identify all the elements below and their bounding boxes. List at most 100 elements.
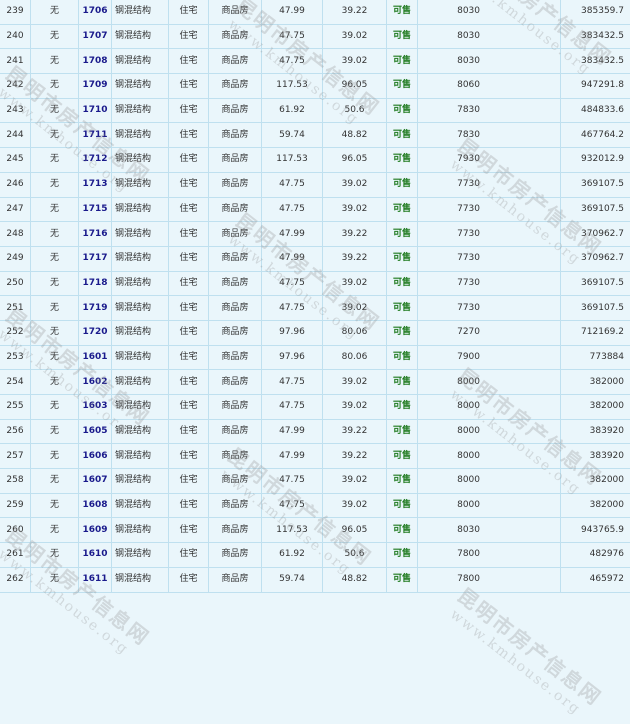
room-number-link[interactable]: 1712 — [79, 148, 112, 173]
row-index-cell: 242 — [0, 74, 31, 99]
total-price-cell: 484833.6 — [561, 98, 630, 123]
row-index-cell: 260 — [0, 518, 31, 543]
total-price-cell: 383432.5 — [561, 24, 630, 49]
property-type-cell: 商品房 — [209, 444, 262, 469]
extra-field-cell: 无 — [31, 246, 79, 271]
extra-field-cell: 无 — [31, 345, 79, 370]
inner-area-cell: 39.22 — [323, 222, 387, 247]
total-price-cell: 383920 — [561, 444, 630, 469]
inner-area-cell: 39.02 — [323, 370, 387, 395]
table-body: 239无1706钢混结构住宅商品房47.9939.22可售8030385359.… — [0, 0, 630, 592]
usage-cell: 住宅 — [169, 98, 209, 123]
sale-status-cell: 可售 — [387, 518, 418, 543]
building-area-cell: 47.75 — [262, 395, 323, 420]
usage-cell: 住宅 — [169, 246, 209, 271]
sale-status-cell: 可售 — [387, 296, 418, 321]
property-type-cell: 商品房 — [209, 543, 262, 568]
extra-field-cell: 无 — [31, 271, 79, 296]
room-number-link[interactable]: 1715 — [79, 197, 112, 222]
unit-price-cell: 7900 — [418, 345, 561, 370]
room-number-link[interactable]: 1611 — [79, 567, 112, 592]
unit-price-cell: 8030 — [418, 518, 561, 543]
room-number-link[interactable]: 1603 — [79, 395, 112, 420]
inner-area-cell: 50.6 — [323, 98, 387, 123]
building-area-cell: 117.53 — [262, 518, 323, 543]
property-type-cell: 商品房 — [209, 74, 262, 99]
row-index-cell: 249 — [0, 246, 31, 271]
room-number-link[interactable]: 1717 — [79, 246, 112, 271]
room-number-link[interactable]: 1602 — [79, 370, 112, 395]
room-number-link[interactable]: 1607 — [79, 469, 112, 494]
row-index-cell: 254 — [0, 370, 31, 395]
room-number-link[interactable]: 1606 — [79, 444, 112, 469]
building-area-cell: 47.75 — [262, 197, 323, 222]
inner-area-cell: 39.02 — [323, 296, 387, 321]
room-number-link[interactable]: 1609 — [79, 518, 112, 543]
building-area-cell: 47.75 — [262, 172, 323, 197]
inner-area-cell: 39.02 — [323, 395, 387, 420]
usage-cell: 住宅 — [169, 123, 209, 148]
watermark: 昆明市房产信息网www.kmhouse.org — [442, 580, 608, 724]
property-type-cell: 商品房 — [209, 123, 262, 148]
total-price-cell: 369107.5 — [561, 172, 630, 197]
room-number-link[interactable]: 1605 — [79, 419, 112, 444]
room-number-link[interactable]: 1709 — [79, 74, 112, 99]
room-number-link[interactable]: 1716 — [79, 222, 112, 247]
total-price-cell: 712169.2 — [561, 320, 630, 345]
sale-status-cell: 可售 — [387, 543, 418, 568]
table-row: 251无1719钢混结构住宅商品房47.7539.02可售7730369107.… — [0, 296, 630, 321]
sale-status-cell: 可售 — [387, 24, 418, 49]
table-row: 259无1608钢混结构住宅商品房47.7539.02可售8000382000 — [0, 493, 630, 518]
property-type-cell: 商品房 — [209, 24, 262, 49]
structure-cell: 钢混结构 — [112, 444, 169, 469]
room-number-link[interactable]: 1706 — [79, 0, 112, 24]
row-index-cell: 246 — [0, 172, 31, 197]
table-row: 248无1716钢混结构住宅商品房47.9939.22可售7730370962.… — [0, 222, 630, 247]
total-price-cell: 369107.5 — [561, 197, 630, 222]
structure-cell: 钢混结构 — [112, 518, 169, 543]
table-row: 261无1610钢混结构住宅商品房61.9250.6可售7800482976 — [0, 543, 630, 568]
room-number-link[interactable]: 1601 — [79, 345, 112, 370]
room-number-link[interactable]: 1718 — [79, 271, 112, 296]
building-area-cell: 59.74 — [262, 567, 323, 592]
structure-cell: 钢混结构 — [112, 395, 169, 420]
room-number-link[interactable]: 1719 — [79, 296, 112, 321]
room-number-link[interactable]: 1710 — [79, 98, 112, 123]
unit-price-cell: 8000 — [418, 493, 561, 518]
row-index-cell: 241 — [0, 49, 31, 74]
room-number-link[interactable]: 1713 — [79, 172, 112, 197]
row-index-cell: 261 — [0, 543, 31, 568]
inner-area-cell: 39.22 — [323, 246, 387, 271]
row-index-cell: 247 — [0, 197, 31, 222]
room-number-link[interactable]: 1711 — [79, 123, 112, 148]
unit-price-cell: 7830 — [418, 98, 561, 123]
building-area-cell: 47.99 — [262, 419, 323, 444]
building-area-cell: 47.99 — [262, 222, 323, 247]
row-index-cell: 257 — [0, 444, 31, 469]
table-row: 258无1607钢混结构住宅商品房47.7539.02可售8000382000 — [0, 469, 630, 494]
sale-status-cell: 可售 — [387, 197, 418, 222]
building-area-cell: 47.75 — [262, 24, 323, 49]
room-number-link[interactable]: 1610 — [79, 543, 112, 568]
sale-status-cell: 可售 — [387, 98, 418, 123]
unit-price-cell: 7730 — [418, 222, 561, 247]
sale-status-cell: 可售 — [387, 271, 418, 296]
usage-cell: 住宅 — [169, 271, 209, 296]
property-type-cell: 商品房 — [209, 518, 262, 543]
room-number-link[interactable]: 1708 — [79, 49, 112, 74]
room-number-link[interactable]: 1707 — [79, 24, 112, 49]
total-price-cell: 382000 — [561, 370, 630, 395]
building-area-cell: 47.75 — [262, 469, 323, 494]
total-price-cell: 932012.9 — [561, 148, 630, 173]
property-type-cell: 商品房 — [209, 567, 262, 592]
usage-cell: 住宅 — [169, 518, 209, 543]
unit-price-cell: 7730 — [418, 271, 561, 296]
usage-cell: 住宅 — [169, 345, 209, 370]
building-area-cell: 61.92 — [262, 543, 323, 568]
row-index-cell: 245 — [0, 148, 31, 173]
room-number-link[interactable]: 1720 — [79, 320, 112, 345]
inner-area-cell: 80.06 — [323, 345, 387, 370]
usage-cell: 住宅 — [169, 296, 209, 321]
extra-field-cell: 无 — [31, 493, 79, 518]
room-number-link[interactable]: 1608 — [79, 493, 112, 518]
